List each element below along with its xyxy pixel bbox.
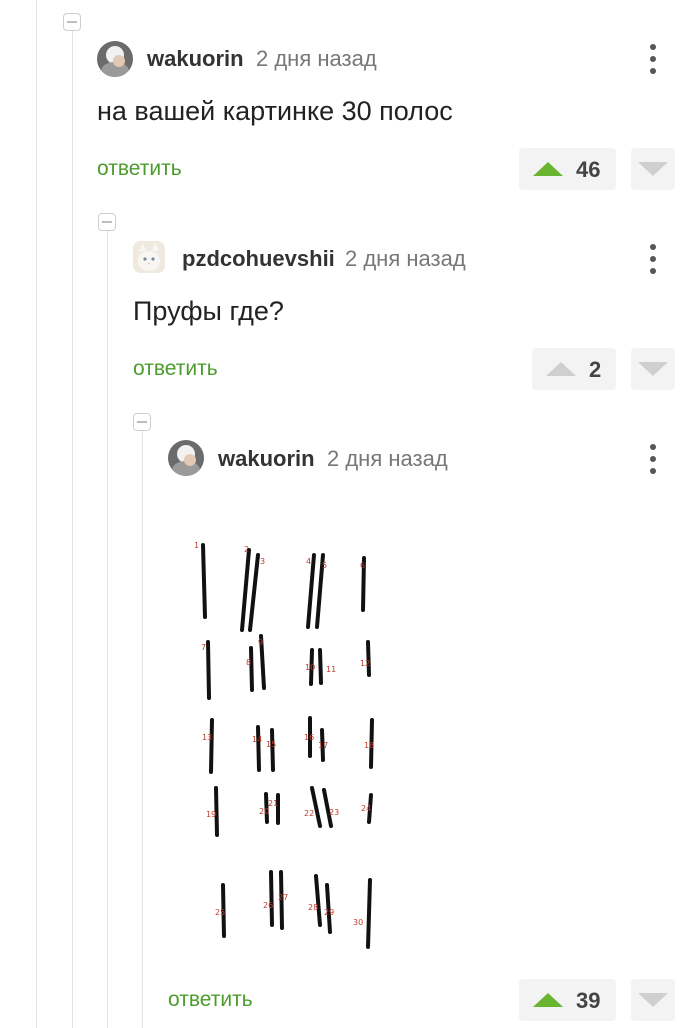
stripe-number-label: 24 (361, 804, 371, 813)
thread-line (107, 230, 108, 1028)
hand-drawn-stripe (366, 878, 372, 949)
avatar-icon[interactable] (97, 41, 133, 77)
downvote-icon (638, 993, 668, 1007)
stripe-number-label: 21 (268, 799, 278, 808)
stripe-number-label: 2 (244, 545, 249, 554)
hand-drawn-stripe (248, 553, 260, 632)
vote-count: 39 (576, 988, 601, 1013)
hand-drawn-stripe (314, 874, 322, 927)
stripe-number-label: 30 (353, 918, 363, 927)
stripe-number-label: 18 (364, 741, 374, 750)
stripe-number-label: 5 (322, 561, 327, 570)
stripe-number-label: 20 (259, 807, 269, 816)
stripe-number-label: 12 (360, 659, 370, 668)
hand-drawn-stripe (209, 718, 214, 774)
downvote-button[interactable] (631, 148, 675, 190)
hand-drawn-stripe (318, 648, 323, 685)
vote-count: 2 (589, 357, 602, 382)
stripe-number-label: 3 (260, 557, 265, 566)
stripe-number-label: 16 (304, 733, 314, 742)
avatar-icon[interactable] (168, 440, 204, 476)
hand-drawn-stripe (206, 640, 211, 700)
reply-link[interactable]: ответить (133, 357, 218, 381)
stripe-number-label: 7 (201, 643, 206, 652)
timestamp: 2 дня назад (327, 446, 448, 471)
downvote-icon (638, 162, 668, 176)
upvote-button[interactable]: 2 (532, 348, 616, 390)
upvote-icon (533, 162, 563, 176)
stripe-number-label: 1 (194, 541, 199, 550)
more-options-icon[interactable] (643, 42, 663, 76)
hand-drawn-stripe (201, 543, 207, 619)
stripe-number-label: 4 (306, 557, 311, 566)
thread-line (142, 430, 143, 1028)
cat-avatar-icon[interactable] (133, 241, 165, 273)
username[interactable]: wakuorin (218, 446, 315, 472)
hand-drawn-stripe (310, 786, 322, 828)
reply-link[interactable]: ответить (97, 157, 182, 181)
username[interactable]: wakuorin (147, 46, 244, 72)
timestamp: 2 дня назад (345, 246, 466, 271)
stripe-number-label: 9 (258, 638, 263, 647)
stripe-number-label: 8 (246, 658, 251, 667)
downvote-button[interactable] (631, 348, 675, 390)
stripe-number-label: 14 (252, 735, 262, 744)
stripe-number-label: 6 (360, 561, 365, 570)
upvote-button[interactable]: 46 (519, 148, 616, 190)
stripe-number-label: 23 (329, 808, 339, 817)
collapse-button[interactable] (133, 413, 151, 431)
upvote-button[interactable]: 39 (519, 979, 616, 1021)
stripe-number-label: 19 (206, 810, 216, 819)
stripe-number-label: 15 (266, 740, 276, 749)
downvote-button[interactable] (631, 979, 675, 1021)
hand-drawn-stripe (256, 725, 261, 772)
downvote-icon (638, 362, 668, 376)
stripe-number-label: 27 (278, 893, 288, 902)
thread-line (36, 0, 37, 1028)
timestamp: 2 дня назад (256, 46, 377, 71)
upvote-icon (546, 362, 576, 376)
hand-drawn-stripe (269, 870, 274, 927)
stripe-number-label: 10 (305, 663, 315, 672)
more-options-icon[interactable] (643, 442, 663, 476)
collapse-button[interactable] (63, 13, 81, 31)
upvote-icon (533, 993, 563, 1007)
stripe-number-label: 11 (326, 665, 336, 674)
comment-image[interactable]: 1 23 4 5 678910 111213 14151617 1819 202122 23 242… (168, 520, 408, 960)
stripe-number-label: 13 (202, 733, 212, 742)
reply-link[interactable]: ответить (168, 988, 253, 1012)
collapse-button[interactable] (98, 213, 116, 231)
comment-text: Пруфы где? (133, 296, 284, 326)
hand-drawn-stripe (249, 646, 254, 692)
stripe-number-label: 17 (318, 741, 328, 750)
stripe-number-label: 29 (324, 908, 334, 917)
vote-count: 46 (576, 157, 601, 182)
hand-drawn-stripe (240, 548, 251, 632)
thread-line (72, 30, 73, 1028)
more-options-icon[interactable] (643, 242, 663, 276)
username[interactable]: pzdcohuevshii (182, 246, 335, 272)
comment-text: на вашей картинке 30 полос (97, 96, 453, 126)
stripe-number-label: 25 (215, 908, 225, 917)
stripe-number-label: 26 (263, 901, 273, 910)
hand-drawn-stripe (270, 728, 275, 772)
stripe-number-label: 22 (304, 809, 314, 818)
stripe-number-label: 28 (308, 903, 318, 912)
